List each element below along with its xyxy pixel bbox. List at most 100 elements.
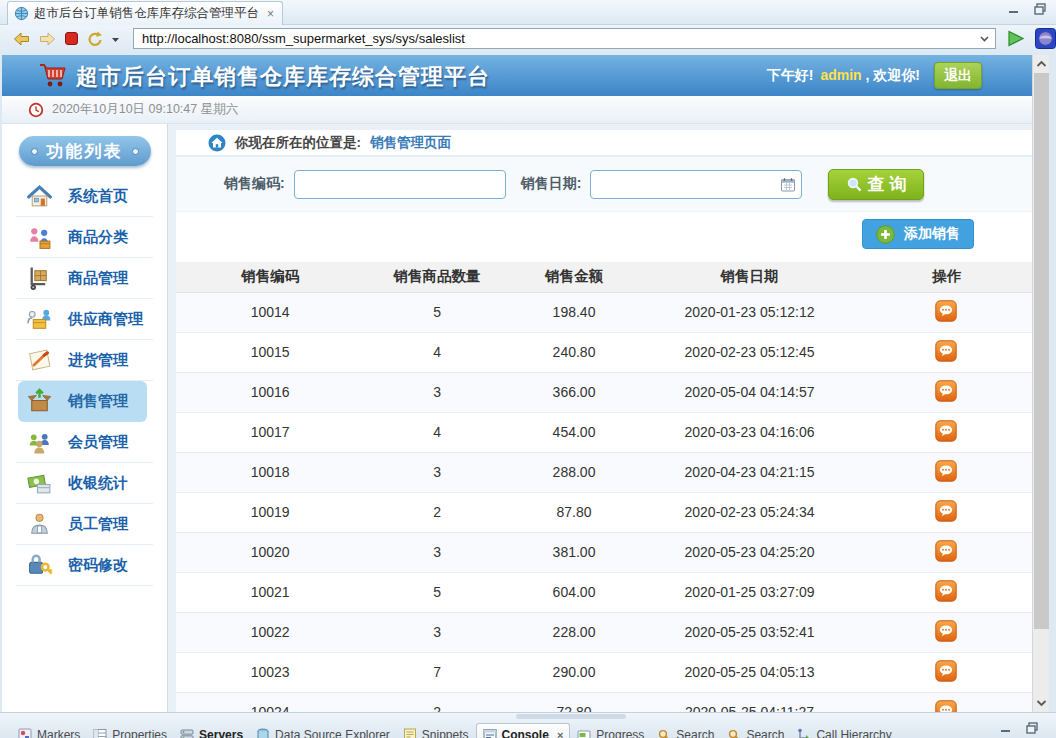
comment-action-icon[interactable] [935,380,957,402]
stop-button[interactable] [64,31,79,46]
table-row: 100174454.002020-03-23 04:16:06 [176,412,1032,452]
url-text[interactable]: http://localhost:8080/ssm_supermarket_sy… [142,31,978,46]
table-row: 100145198.402020-01-23 05:12:12 [176,292,1032,332]
sidebar-item-product[interactable]: 商品管理 [2,258,167,299]
sales-table-body: 100145198.402020-01-23 05:12:12100154240… [176,292,1032,712]
restore-icon[interactable] [1026,722,1038,734]
scroll-up-icon[interactable] [1034,56,1049,72]
browser-toolbar: http://localhost:8080/ssm_supermarket_sy… [0,25,1056,52]
comment-action-icon[interactable] [935,460,957,482]
cashier-icon [26,470,53,497]
sidebar-item-purchase[interactable]: 进货管理 [2,340,167,381]
view-tab-servers[interactable]: Servers [174,724,249,738]
add-sale-button[interactable]: 添加销售 [862,219,974,249]
url-dropdown-icon[interactable] [978,32,991,45]
url-bar[interactable]: http://localhost:8080/ssm_supermarket_sy… [133,28,996,49]
site-header: 超市后台订单销售仓库库存综合管理平台 下午好!admin , 欢迎你! 退出 [2,55,1032,96]
column-header: 销售金额 [510,262,638,292]
minimize-icon[interactable] [1000,722,1012,734]
main-panel: 你现在所在的位置是: 销售管理页面 销售编码: 销售日期: 查 询 添加销售 销… [176,130,1032,712]
view-tab-console[interactable]: Console× [476,723,571,738]
sidebar-item-member[interactable]: 会员管理 [2,422,167,463]
calendar-icon[interactable] [780,177,796,193]
breadcrumb: 你现在所在的位置是: 销售管理页面 [176,130,1032,157]
search-icon [657,728,671,738]
refresh-button[interactable] [86,30,104,48]
column-header: 销售日期 [638,262,861,292]
comment-action-icon[interactable] [935,500,957,522]
sidebar-item-password[interactable]: 密码修改 [2,545,167,586]
sale-code-input[interactable] [294,170,506,199]
table-row: 100183288.002020-04-23 04:21:15 [176,452,1032,492]
comment-action-icon[interactable] [935,420,957,442]
forward-button[interactable] [38,30,57,48]
toolbar-dropdown-icon[interactable] [111,31,120,47]
comment-action-icon[interactable] [935,300,957,322]
scroll-down-icon[interactable] [1034,695,1049,711]
comment-action-icon[interactable] [935,580,957,602]
sidebar: 功能列表 系统首页商品分类商品管理供应商管理进货管理销售管理会员管理收银统计员工… [2,124,168,712]
home-icon [26,183,53,210]
view-tab-call-hierarchy[interactable]: Call Hierarchy [791,724,897,738]
home-icon [208,134,226,152]
greeting: 下午好!admin , 欢迎你! [767,67,920,85]
column-header: 销售商品数量 [364,262,510,292]
comment-action-icon[interactable] [935,620,957,642]
callhierarchy-icon [797,728,811,738]
close-icon[interactable]: × [557,729,563,738]
magnifier-icon [846,176,863,193]
breadcrumb-current[interactable]: 销售管理页面 [370,134,451,152]
table-row: 100223228.002020-05-25 03:52:41 [176,612,1032,652]
vertical-scrollbar[interactable] [1032,55,1049,712]
sale-icon [26,388,53,415]
sidebar-item-category[interactable]: 商品分类 [2,217,167,258]
query-button[interactable]: 查 询 [828,169,924,200]
sidebar-item-sale[interactable]: 销售管理 [18,381,147,422]
view-tab-progress[interactable]: Progress [571,724,650,738]
view-tab-properties[interactable]: Properties [87,724,173,738]
view-tab-search[interactable]: Search [651,724,720,738]
restore-icon[interactable] [1034,3,1046,15]
table-row: 100237290.002020-05-25 04:05:13 [176,652,1032,692]
sidebar-item-staff[interactable]: 员工管理 [2,504,167,545]
scrollbar-thumb[interactable] [1034,73,1049,629]
progress-icon [577,728,591,738]
comment-action-icon[interactable] [935,700,957,713]
external-browser-icon[interactable] [1035,28,1056,49]
product-icon [26,265,53,292]
comment-action-icon[interactable] [935,660,957,682]
sidebar-item-home[interactable]: 系统首页 [2,176,167,217]
globe-icon [14,6,29,21]
properties-icon [93,728,107,738]
column-header: 销售编码 [176,262,364,292]
back-button[interactable] [12,30,31,48]
view-tab-search[interactable]: Search [721,724,790,738]
sash-handle[interactable] [516,714,626,719]
close-icon[interactable]: × [267,7,274,21]
table-row: 10019287.802020-02-23 05:24:34 [176,492,1032,532]
sidebar-item-cashier[interactable]: 收银统计 [2,463,167,504]
go-button[interactable] [1005,29,1026,48]
sidebar-menu: 系统首页商品分类商品管理供应商管理进货管理销售管理会员管理收银统计员工管理密码修… [2,176,167,586]
cart-icon [38,62,68,89]
console-icon [483,728,497,738]
username: admin [820,67,861,83]
editor-tab-title: 超市后台订单销售仓库库存综合管理平台 [34,5,259,22]
editor-tab[interactable]: 超市后台订单销售仓库库存综合管理平台 × [7,1,283,25]
search-form: 销售编码: 销售日期: 查 询 [176,157,1032,212]
comment-action-icon[interactable] [935,540,957,562]
column-header: 操作 [861,262,1032,292]
minimize-icon[interactable] [1008,3,1020,15]
bottom-tabbar-tabs: MarkersPropertiesServersData Source Expl… [12,723,898,738]
view-tab-snippets[interactable]: Snippets [397,724,475,738]
search-icon [727,728,741,738]
view-tab-markers[interactable]: Markers [12,724,86,738]
logout-button[interactable]: 退出 [934,62,982,89]
sidebar-item-supplier[interactable]: 供应商管理 [2,299,167,340]
view-tab-data-source-explorer[interactable]: Data Source Explorer [250,724,396,738]
bottom-tabbar: MarkersPropertiesServersData Source Expl… [0,712,1056,738]
datasource-icon [256,728,270,738]
sale-date-input[interactable] [590,170,802,199]
breadcrumb-prefix: 你现在所在的位置是: [235,134,361,152]
comment-action-icon[interactable] [935,340,957,362]
